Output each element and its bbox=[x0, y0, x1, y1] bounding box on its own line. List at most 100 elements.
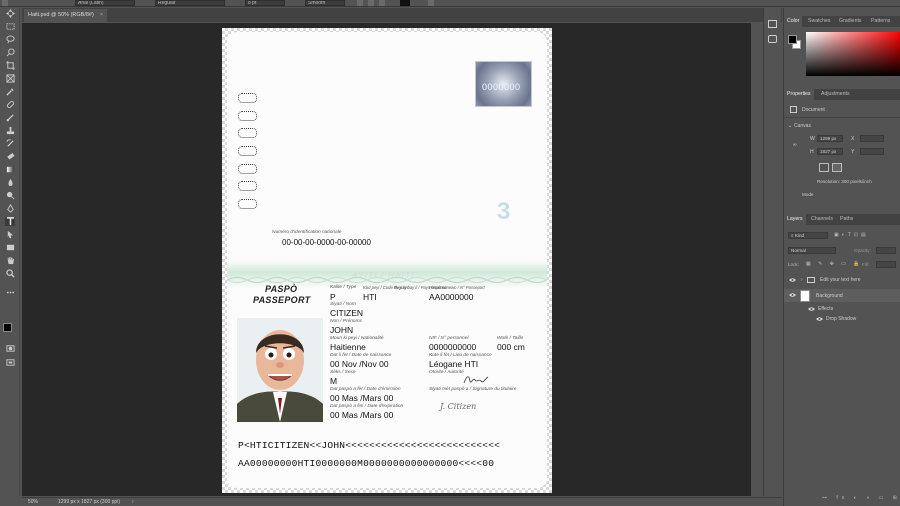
align-left-icon[interactable] bbox=[357, 0, 363, 6]
layer-name[interactable]: Edit your text here bbox=[820, 277, 861, 283]
issue-value[interactable]: 00 Mas /Mars 00 bbox=[330, 393, 393, 403]
history-icon[interactable] bbox=[768, 20, 777, 28]
zoom-level[interactable]: 50% bbox=[28, 498, 38, 506]
mrz-line-1[interactable]: P<HTICITIZEN<<JOHN<<<<<<<<<<<<<<<<<<<<<<… bbox=[238, 440, 500, 451]
nif-value[interactable]: 0000000000 bbox=[429, 342, 476, 352]
link-icon[interactable]: ∞ bbox=[793, 142, 797, 148]
more-tools-icon[interactable] bbox=[5, 288, 15, 297]
tab-adjustments[interactable]: Adjustments bbox=[818, 89, 853, 100]
layer-filter-icons[interactable]: ▣◐T⊡▤ bbox=[834, 232, 869, 238]
eye-icon[interactable] bbox=[816, 316, 823, 322]
text-color-swatch[interactable] bbox=[400, 0, 410, 6]
hand-icon[interactable] bbox=[5, 256, 15, 265]
adjust-icon[interactable] bbox=[768, 35, 777, 43]
passport-no-value[interactable]: AA0000000 bbox=[429, 292, 473, 302]
layer-effects-row[interactable]: Effects bbox=[784, 304, 900, 314]
fill-input[interactable] bbox=[876, 261, 896, 268]
height-input[interactable]: 1827 px bbox=[817, 148, 843, 155]
tool-preset-icon[interactable] bbox=[2, 0, 8, 6]
antialias-select[interactable]: Smooth bbox=[305, 0, 345, 6]
height-value[interactable]: 000 cm bbox=[497, 342, 525, 352]
layer-row-background[interactable]: Background bbox=[784, 289, 900, 302]
lock-icons[interactable]: ▦ ✎ ✥ ▭ 🔒 bbox=[806, 261, 863, 267]
status-menu-arrow[interactable]: › bbox=[132, 498, 134, 506]
pen-icon[interactable] bbox=[5, 204, 15, 213]
tab-paths[interactable]: Paths bbox=[837, 214, 856, 225]
blend-mode-select[interactable]: Normal bbox=[788, 247, 836, 254]
blur-icon[interactable] bbox=[5, 178, 15, 187]
drop-shadow-row[interactable]: Drop Shadow bbox=[784, 314, 900, 324]
rectangle-icon[interactable] bbox=[5, 243, 15, 252]
foreground-color-swatch[interactable] bbox=[3, 323, 12, 332]
y-input[interactable] bbox=[860, 148, 884, 155]
surname-value[interactable]: CITIZEN bbox=[330, 308, 363, 318]
eraser-icon[interactable] bbox=[5, 152, 15, 161]
layer-kind-filter[interactable]: ⌕ Kind bbox=[788, 232, 828, 239]
eye-icon[interactable] bbox=[789, 292, 796, 298]
layer-actions-icons[interactable]: ⊶ fx ◐ ◑ ▭ ⊞ 🗑 bbox=[822, 495, 900, 501]
nationality-value[interactable]: Haitienne bbox=[330, 342, 366, 352]
nin-value[interactable]: 00-00-00-0000-00-00000 bbox=[282, 238, 371, 247]
mrz-line-2[interactable]: AA00000000HTI0000000M0000000000000000<<<… bbox=[238, 458, 494, 469]
canvas-area[interactable]: 0000000 3 Numéro d'identification nation… bbox=[22, 23, 751, 496]
eye-icon[interactable] bbox=[789, 277, 796, 283]
frame-icon[interactable] bbox=[5, 74, 15, 83]
healing-icon[interactable] bbox=[5, 100, 15, 109]
landscape-orientation-icon[interactable] bbox=[832, 163, 842, 172]
signature-label: Siyati mèt paspò a / Signature du titula… bbox=[429, 387, 517, 392]
passport-document[interactable]: 0000000 3 Numéro d'identification nation… bbox=[222, 28, 552, 493]
tab-channels[interactable]: Channels bbox=[808, 214, 836, 225]
dodge-icon[interactable] bbox=[5, 191, 15, 200]
warp-text-icon[interactable] bbox=[428, 0, 434, 6]
hologram-seal: 0000000 bbox=[475, 61, 532, 107]
crop-icon[interactable] bbox=[5, 61, 15, 70]
path-select-icon[interactable] bbox=[5, 230, 15, 239]
gradient-icon[interactable] bbox=[5, 165, 15, 174]
type-value[interactable]: P bbox=[330, 292, 336, 302]
title-passeport: PASSEPORT bbox=[253, 295, 311, 305]
quick-mask-icon[interactable] bbox=[5, 344, 15, 353]
code-value[interactable]: HTI bbox=[363, 292, 377, 302]
move-icon[interactable] bbox=[5, 9, 15, 18]
quick-select-icon[interactable] bbox=[5, 48, 15, 57]
marquee-icon[interactable] bbox=[5, 22, 15, 31]
history-brush-icon[interactable] bbox=[5, 139, 15, 148]
expiry-value[interactable]: 00 Mas /Mars 00 bbox=[330, 410, 393, 420]
given-value[interactable]: JOHN bbox=[330, 325, 353, 335]
dob-value[interactable]: 00 Nov /Nov 00 bbox=[330, 359, 389, 369]
eyedropper-icon[interactable] bbox=[5, 87, 15, 96]
font-style-select[interactable]: Regular bbox=[155, 0, 225, 6]
sex-value[interactable]: M bbox=[330, 376, 337, 386]
portrait-orientation-icon[interactable] bbox=[819, 163, 829, 172]
passport-photo[interactable] bbox=[237, 318, 323, 422]
align-center-icon[interactable] bbox=[368, 0, 374, 6]
pob-value[interactable]: Léogane HTI bbox=[429, 359, 478, 369]
font-family-select[interactable]: Arial (Latin) bbox=[75, 0, 135, 6]
screen-mode-icon[interactable] bbox=[5, 358, 15, 367]
align-right-icon[interactable] bbox=[379, 0, 385, 6]
lasso-icon[interactable] bbox=[5, 35, 15, 44]
tab-properties[interactable]: Properties bbox=[784, 89, 814, 100]
opacity-input[interactable] bbox=[876, 247, 896, 254]
close-tab-icon[interactable]: × bbox=[100, 12, 103, 18]
tab-swatches[interactable]: Swatches bbox=[805, 16, 834, 27]
layer-name[interactable]: Background bbox=[816, 293, 843, 299]
layer-row-folder[interactable]: › Edit your text here bbox=[784, 274, 900, 287]
document-tab[interactable]: Haiti.psd @ 50% (RGB/8#) × bbox=[24, 9, 108, 22]
stamp-icon[interactable] bbox=[5, 126, 15, 135]
tab-patterns[interactable]: Patterns bbox=[868, 16, 893, 27]
tab-layers[interactable]: Layers bbox=[784, 214, 806, 225]
zoom-icon[interactable] bbox=[5, 269, 15, 278]
chevron-right-icon[interactable]: › bbox=[801, 277, 803, 283]
eye-icon[interactable] bbox=[808, 306, 815, 312]
x-input[interactable] bbox=[860, 135, 884, 142]
canvas-chevron-icon[interactable]: ⌄ bbox=[788, 123, 792, 129]
tab-gradients[interactable]: Gradients bbox=[836, 16, 865, 27]
panel-foreground-swatch[interactable] bbox=[788, 35, 797, 44]
type-icon[interactable] bbox=[5, 217, 15, 226]
brush-icon[interactable] bbox=[5, 113, 15, 122]
font-size-select[interactable]: 8 pt bbox=[245, 0, 285, 6]
tab-color[interactable]: Color bbox=[784, 16, 803, 27]
width-input[interactable]: 1299 px bbox=[817, 135, 843, 142]
color-picker-field[interactable] bbox=[806, 32, 900, 76]
